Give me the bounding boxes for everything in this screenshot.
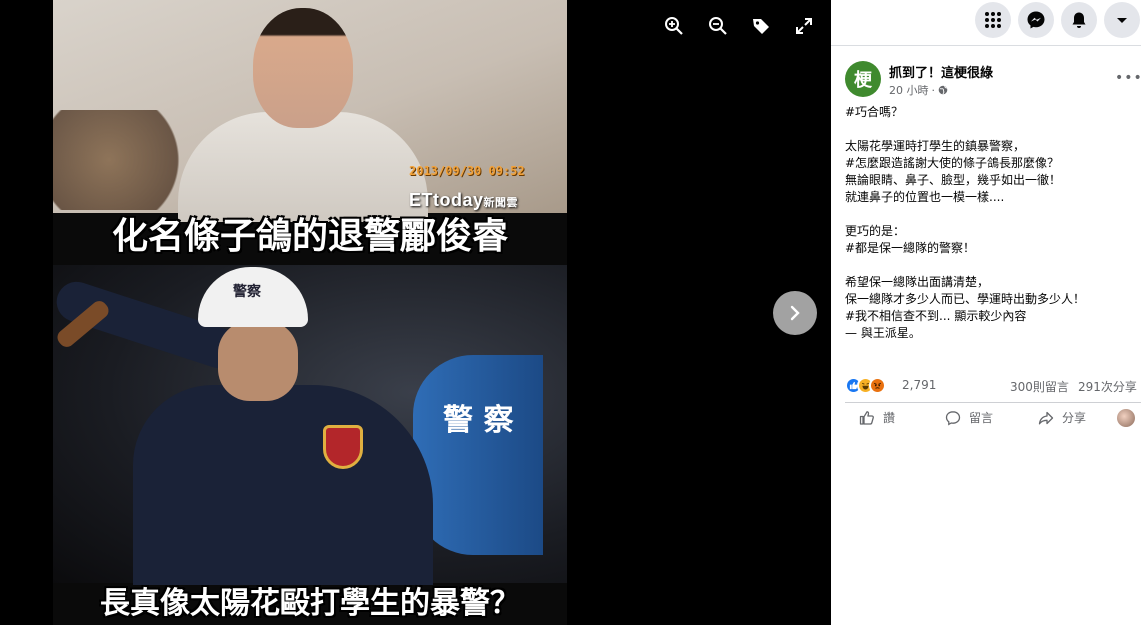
avatar[interactable]: 梗 — [845, 61, 881, 97]
comment-icon — [945, 410, 961, 426]
angry-reaction-icon — [869, 377, 886, 394]
photo-panel-bottom: 警 察 警察 — [53, 265, 567, 585]
page-name[interactable]: 抓到了！這梗很綠 — [889, 62, 993, 81]
profile-avatar-icon — [1117, 409, 1135, 427]
photo-viewer: 2013/09/30 09:52 ETtoday新聞雲 化名條子鴿的退警酈俊睿 … — [0, 0, 831, 625]
tag-icon[interactable] — [749, 14, 773, 38]
post-photo[interactable]: 2013/09/30 09:52 ETtoday新聞雲 化名條子鴿的退警酈俊睿 … — [53, 0, 567, 625]
zoom-out-icon[interactable] — [706, 14, 730, 38]
share-button[interactable]: 分享 — [1038, 409, 1086, 426]
post-actions: 讚 留言 分享 — [845, 405, 1141, 433]
watermark-suffix: 新聞雲 — [483, 197, 519, 209]
like-button[interactable]: 讚 — [859, 409, 895, 426]
thumbs-up-icon — [859, 410, 874, 425]
notifications-icon[interactable] — [1061, 2, 1097, 38]
post-meta: 20 小時 · — [889, 82, 948, 98]
chevron-right-icon — [790, 305, 800, 321]
comment-button[interactable]: 留言 — [945, 409, 993, 426]
account-caret-icon[interactable] — [1104, 2, 1140, 38]
comment-count[interactable]: 300則留言 — [1010, 378, 1069, 395]
more-options-icon[interactable]: ••• — [1115, 70, 1141, 86]
reaction-icons[interactable] — [845, 377, 886, 394]
photo-caption-top: 化名條子鴿的退警酈俊睿 — [111, 216, 508, 257]
share-label: 分享 — [1062, 411, 1087, 425]
menu-grid-icon[interactable] — [975, 2, 1011, 38]
comment-label: 留言 — [969, 411, 994, 425]
like-label: 讚 — [883, 411, 896, 425]
uniform-patch — [323, 425, 363, 469]
fullscreen-icon[interactable] — [792, 14, 816, 38]
react-as-selector[interactable] — [1117, 409, 1141, 427]
zoom-in-icon[interactable] — [662, 14, 686, 38]
share-count[interactable]: 291次分享 — [1078, 378, 1137, 395]
photo-caption-bottom: 長真像太陽花毆打學生的暴警？ — [100, 586, 520, 621]
share-icon — [1038, 411, 1054, 424]
messenger-icon[interactable] — [1018, 2, 1054, 38]
photo-watermark: ETtoday新聞雲 — [409, 190, 518, 211]
police-helmet: 警察 — [198, 267, 308, 327]
post-time[interactable]: 20 小時 — [889, 82, 929, 98]
globe-icon — [938, 85, 948, 95]
post-sidebar: 梗 抓到了！這梗很綠 20 小時 · ••• #巧合嗎？ 太陽花學運時打學生的鎮… — [831, 0, 1141, 625]
top-nav — [831, 0, 1141, 40]
photo-panel-top: 2013/09/30 09:52 ETtoday新聞雲 — [53, 0, 567, 222]
next-photo-button[interactable] — [773, 291, 817, 335]
divider — [831, 45, 1141, 46]
watermark-brand: ETtoday — [409, 190, 484, 210]
photo-timestamp: 2013/09/30 09:52 — [409, 164, 525, 178]
divider — [845, 402, 1141, 403]
reaction-count[interactable]: 2,791 — [902, 378, 936, 392]
post-text: #巧合嗎？ 太陽花學運時打學生的鎮暴警察， #怎麼跟造謠謝大使的條子鴿長那麼像？… — [845, 105, 1086, 340]
post-stats: 2,791 300則留言 291次分享 — [845, 377, 1141, 395]
